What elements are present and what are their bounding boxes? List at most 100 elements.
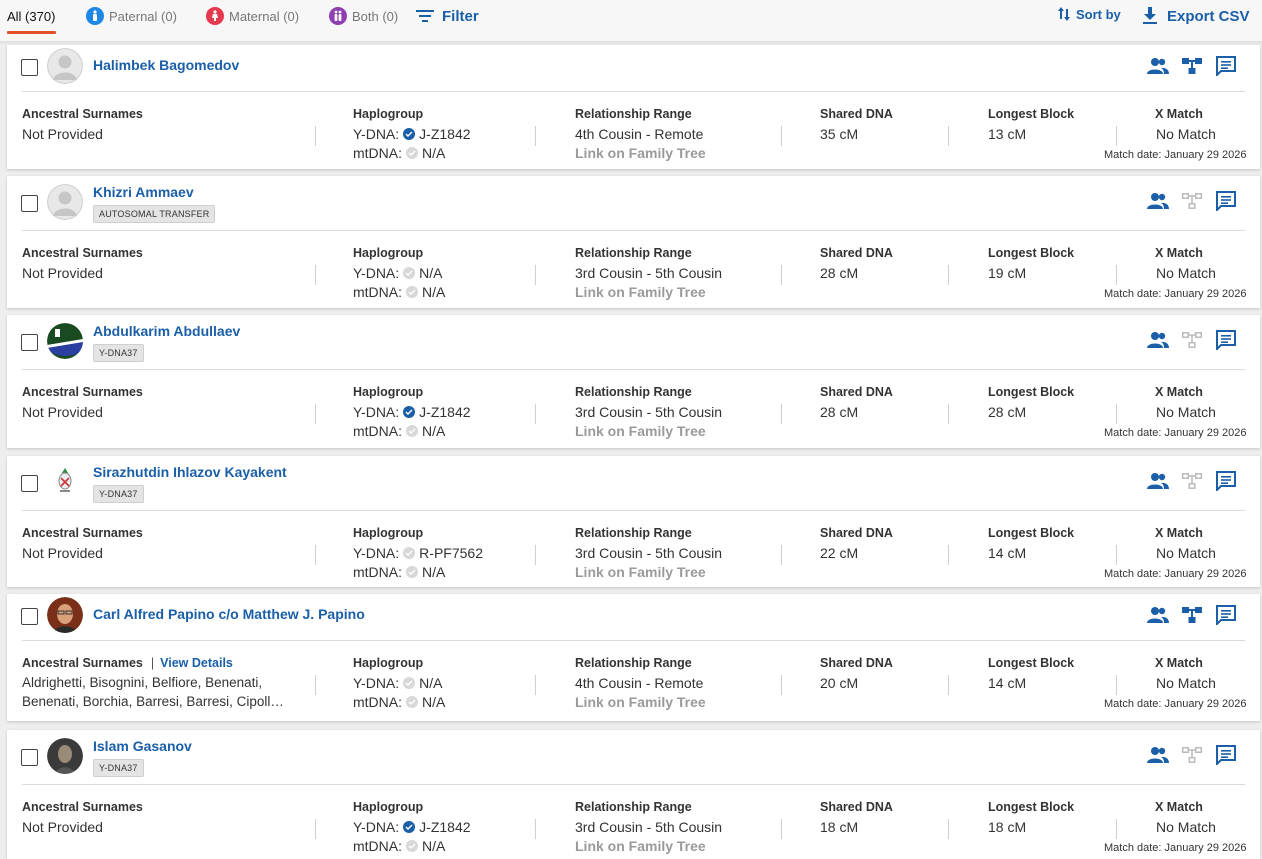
ydna-value: J-Z1842 <box>419 404 471 420</box>
avatar[interactable] <box>47 323 83 359</box>
ydna-row: Y-DNA: N/A <box>353 675 443 691</box>
link-family-tree[interactable]: Link on Family Tree <box>575 423 706 439</box>
relationship-range-value: 3rd Cousin - 5th Cousin <box>575 545 723 561</box>
mtdna-label: mtDNA: <box>353 145 402 161</box>
select-checkbox[interactable] <box>21 749 38 766</box>
people-icon[interactable] <box>1147 604 1169 626</box>
mtdna-row: mtDNA: N/A <box>353 145 445 161</box>
match-name[interactable]: Abdulkarim Abdullaev <box>93 323 240 339</box>
message-icon[interactable] <box>1215 744 1237 766</box>
mtdna-row: mtDNA: N/A <box>353 284 445 300</box>
family-tree-disabled-icon[interactable] <box>1181 470 1203 492</box>
avatar[interactable] <box>47 464 83 500</box>
tab-paternal[interactable]: Paternal (0) <box>86 0 177 32</box>
mtdna-row: mtDNA: N/A <box>353 564 445 580</box>
select-checkbox[interactable] <box>21 608 38 625</box>
ydna-label: Y-DNA: <box>353 545 400 561</box>
tab-maternal[interactable]: Maternal (0) <box>206 0 299 32</box>
unconfirmed-check-icon <box>406 147 418 159</box>
match-actions <box>1147 55 1237 77</box>
match-date: Match date: January 29 2026 <box>1104 568 1247 580</box>
x-match-label: X Match <box>1155 526 1203 540</box>
separator <box>315 675 316 695</box>
active-tab-indicator <box>7 31 56 34</box>
ancestral-surnames-value: Not Provided <box>22 126 103 142</box>
relationship-range-value: 4th Cousin - Remote <box>575 675 704 691</box>
message-icon[interactable] <box>1215 604 1237 626</box>
match-card: Khizri Ammaev AUTOSOMAL TRANSFER Ancestr… <box>7 176 1260 308</box>
ancestral-surnames-value: Not Provided <box>22 819 103 835</box>
relationship-range-label: Relationship Range <box>575 246 692 260</box>
shared-dna-label: Shared DNA <box>820 526 893 540</box>
tab-all[interactable]: All (370) <box>7 0 55 32</box>
haplogroup-label: Haplogroup <box>353 800 424 814</box>
haplogroup-label: Haplogroup <box>353 656 424 670</box>
family-tree-icon[interactable] <box>1181 55 1203 77</box>
ancestral-surnames-label: Ancestral Surnames <box>22 526 143 540</box>
x-match-label: X Match <box>1155 246 1203 260</box>
filter-bar: All (370) Paternal (0) Maternal (0) Both… <box>0 0 1262 42</box>
message-icon[interactable] <box>1215 190 1237 212</box>
avatar[interactable] <box>47 48 83 84</box>
avatar[interactable] <box>47 738 83 774</box>
ancestral-surnames-value: Not Provided <box>22 545 103 561</box>
haplogroup-label: Haplogroup <box>353 385 424 399</box>
match-name[interactable]: Islam Gasanov <box>93 738 192 754</box>
view-details-link[interactable]: View Details <box>160 656 233 670</box>
people-icon[interactable] <box>1147 744 1169 766</box>
unconfirmed-check-icon <box>403 267 416 279</box>
test-type-badge: Y-DNA37 <box>93 759 144 777</box>
family-tree-disabled-icon[interactable] <box>1181 329 1203 351</box>
shared-dna-label: Shared DNA <box>820 385 893 399</box>
export-csv-button[interactable]: Export CSV <box>1143 5 1250 27</box>
ancestral-surnames-value: Aldrighetti, Bisognini, Belfiore, Benena… <box>22 675 263 690</box>
match-name[interactable]: Carl Alfred Papino c/o Matthew J. Papino <box>93 606 365 622</box>
separator <box>781 404 782 424</box>
mtdna-value: N/A <box>422 284 446 300</box>
filter-button[interactable]: Filter <box>416 5 479 27</box>
longest-block-label: Longest Block <box>988 526 1075 540</box>
sort-button[interactable]: Sort by <box>1058 5 1121 23</box>
message-icon[interactable] <box>1215 470 1237 492</box>
avatar[interactable] <box>47 597 83 633</box>
people-icon[interactable] <box>1147 470 1169 492</box>
family-tree-icon[interactable] <box>1181 604 1203 626</box>
select-checkbox[interactable] <box>21 195 38 212</box>
haplogroup-label: Haplogroup <box>353 526 424 540</box>
family-tree-disabled-icon[interactable] <box>1181 744 1203 766</box>
tab-both[interactable]: Both (0) <box>329 0 398 32</box>
message-icon[interactable] <box>1215 329 1237 351</box>
link-family-tree[interactable]: Link on Family Tree <box>575 838 706 854</box>
people-icon[interactable] <box>1147 190 1169 212</box>
people-icon[interactable] <box>1147 329 1169 351</box>
longest-block-value: 18 cM <box>988 819 1027 835</box>
people-icon[interactable] <box>1147 55 1169 77</box>
longest-block-value: 19 cM <box>988 265 1027 281</box>
avatar[interactable] <box>47 184 83 220</box>
match-name[interactable]: Halimbek Bagomedov <box>93 57 239 73</box>
relationship-range-label: Relationship Range <box>575 107 692 121</box>
link-family-tree[interactable]: Link on Family Tree <box>575 284 706 300</box>
unconfirmed-check-icon <box>406 425 418 437</box>
match-name[interactable]: Sirazhutdin Ihlazov Kayakent <box>93 464 287 480</box>
ancestral-surnames-value: Not Provided <box>22 265 103 281</box>
link-family-tree[interactable]: Link on Family Tree <box>575 564 706 580</box>
x-match-value: No Match <box>1156 675 1216 691</box>
test-type-badge: Y-DNA37 <box>93 485 144 503</box>
match-date: Match date: January 29 2026 <box>1104 698 1247 710</box>
message-icon[interactable] <box>1215 55 1237 77</box>
select-checkbox[interactable] <box>21 59 38 76</box>
select-checkbox[interactable] <box>21 475 38 492</box>
longest-block-label: Longest Block <box>988 385 1075 399</box>
match-actions <box>1147 470 1237 492</box>
shared-dna-value: 18 cM <box>820 819 859 835</box>
link-family-tree[interactable]: Link on Family Tree <box>575 694 706 710</box>
ydna-label: Y-DNA: <box>353 404 400 420</box>
select-checkbox[interactable] <box>21 334 38 351</box>
ydna-row: Y-DNA: J-Z1842 <box>353 404 471 420</box>
export-label: Export CSV <box>1167 7 1250 25</box>
link-family-tree[interactable]: Link on Family Tree <box>575 145 706 161</box>
x-match-label: X Match <box>1155 800 1203 814</box>
family-tree-disabled-icon[interactable] <box>1181 190 1203 212</box>
match-name[interactable]: Khizri Ammaev <box>93 184 194 200</box>
